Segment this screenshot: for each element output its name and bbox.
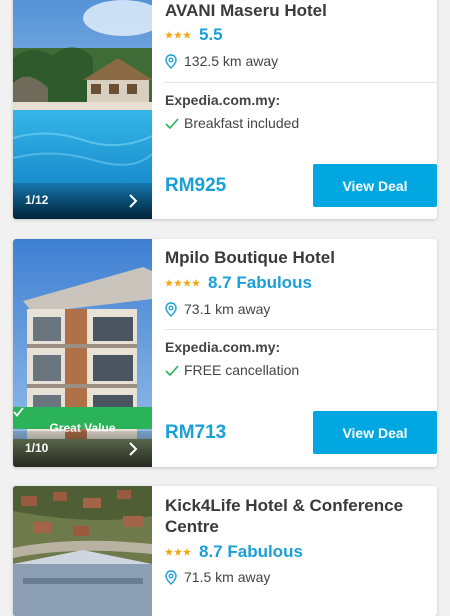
rating-score: 5.5 <box>199 25 223 44</box>
star-icon <box>174 279 182 287</box>
next-chevron-icon[interactable] <box>128 194 138 208</box>
provider-name: Expedia.com.my: <box>165 339 281 355</box>
perk-row: Breakfast included <box>165 115 299 131</box>
location-pin-icon <box>165 569 177 585</box>
price: RM713 <box>165 422 227 443</box>
star-rating <box>165 31 191 39</box>
hotel-name[interactable]: Kick4Life Hotel & Conference Centre <box>165 495 429 537</box>
star-icon <box>192 279 200 287</box>
hotel-photo[interactable] <box>13 486 152 616</box>
perk-text: Breakfast included <box>184 115 300 131</box>
rating-row: 8.7 Fabulous <box>165 542 303 562</box>
hotel-card[interactable]: 1/12 AVANI Maseru Hotel 5.5 132.5 km awa… <box>13 0 437 219</box>
distance-text: 71.5 km away <box>184 569 271 585</box>
location-pin-icon <box>165 53 177 69</box>
divider <box>165 329 437 330</box>
view-deal-button[interactable]: View Deal <box>313 164 437 207</box>
star-rating <box>165 548 191 556</box>
rating-score: 8.7 Fabulous <box>208 273 312 292</box>
hotel-card[interactable]: Kick4Life Hotel & Conference Centre 8.7 … <box>13 486 437 616</box>
check-icon <box>165 364 179 376</box>
star-icon <box>183 31 191 39</box>
rating-row: 5.5 <box>165 25 223 45</box>
aerial-photo-image <box>13 486 152 616</box>
star-icon <box>183 279 191 287</box>
hotel-photo[interactable]: 1/12 <box>13 0 152 219</box>
check-icon <box>13 407 24 417</box>
photo-counter-bar: 1/12 <box>13 183 152 219</box>
star-icon <box>183 548 191 556</box>
check-icon <box>165 117 179 129</box>
star-rating <box>165 279 200 287</box>
star-icon <box>165 548 173 556</box>
perk-text: FREE cancellation <box>184 362 300 378</box>
location-pin-icon <box>165 301 177 317</box>
distance-row: 132.5 km away <box>165 53 278 69</box>
distance-text: 132.5 km away <box>184 53 279 69</box>
photo-counter-bar: 1/10 <box>13 431 152 467</box>
star-icon <box>174 31 182 39</box>
divider <box>165 82 437 83</box>
hotel-card[interactable]: Great Value 1/10 Mpilo Boutique Hotel 8.… <box>13 239 437 467</box>
star-icon <box>174 548 182 556</box>
star-icon <box>165 279 173 287</box>
perk-row: FREE cancellation <box>165 362 299 378</box>
hotel-name[interactable]: Mpilo Boutique Hotel <box>165 247 429 268</box>
price: RM925 <box>165 175 227 196</box>
great-value-badge: Great Value <box>13 407 152 435</box>
view-deal-button[interactable]: View Deal <box>313 411 437 454</box>
provider-name: Expedia.com.my: <box>165 92 281 108</box>
next-chevron-icon[interactable] <box>128 442 138 456</box>
rating-score: 8.7 Fabulous <box>199 542 303 561</box>
photo-counter: 1/12 <box>25 193 49 207</box>
distance-row: 73.1 km away <box>165 301 270 317</box>
photo-counter: 1/10 <box>25 441 49 455</box>
star-icon <box>165 31 173 39</box>
hotel-photo[interactable]: Great Value 1/10 <box>13 239 152 467</box>
hotel-name[interactable]: AVANI Maseru Hotel <box>165 0 429 21</box>
distance-row: 71.5 km away <box>165 569 270 585</box>
rating-row: 8.7 Fabulous <box>165 273 312 293</box>
distance-text: 73.1 km away <box>184 301 271 317</box>
